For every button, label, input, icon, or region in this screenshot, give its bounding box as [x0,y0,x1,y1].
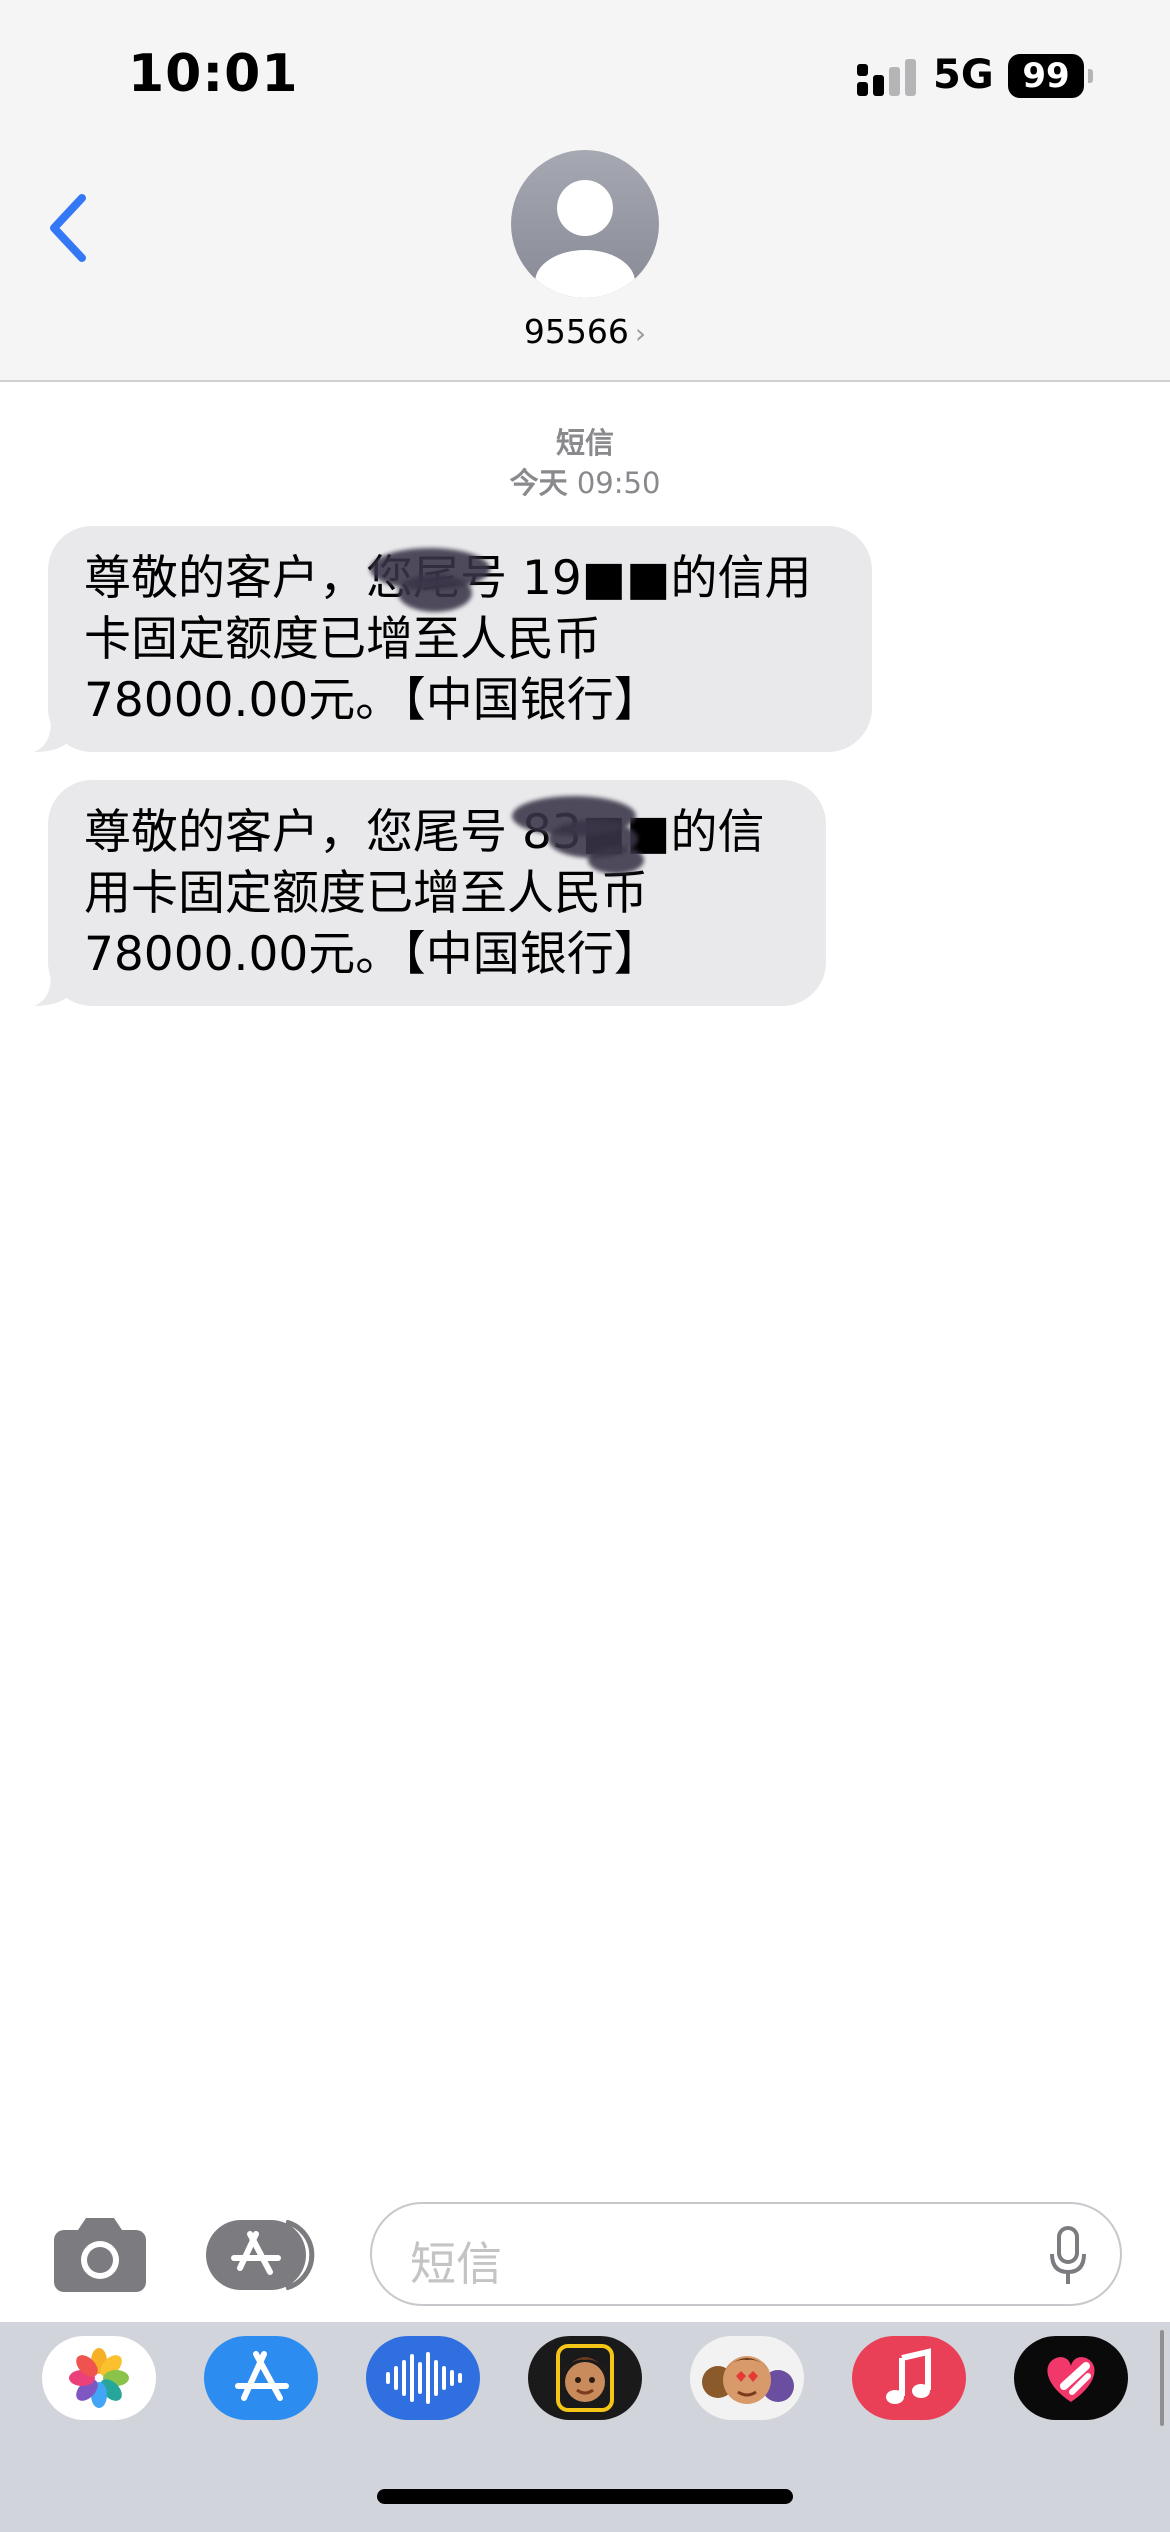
chevron-right-icon: › [634,317,647,350]
message-input-placeholder: 短信 [410,2237,502,2291]
app-store-drawer-button[interactable] [206,2220,318,2290]
memoji-stickers-button[interactable] [690,2336,804,2420]
photos-app-button[interactable] [42,2336,156,2420]
redaction-scribble [398,574,472,612]
status-time: 10:01 [128,44,299,104]
cellular-signal-icon [857,59,916,96]
network-type: 5G [933,52,994,98]
redaction-scribble [588,846,644,874]
memoji-button[interactable] [528,2336,642,2420]
contact-name[interactable]: 95566 › [0,312,1170,351]
app-store-icon [235,2351,289,2401]
message-line: 卡固定额度已增至人民币 [84,612,601,667]
message-timestamp: 今天 09:50 [0,460,1170,502]
music-app-button[interactable] [852,2336,966,2420]
message-line: 尊敬的客户，您尾号 83■■的信 [84,805,765,860]
service-label: 短信 [555,426,614,460]
microphone-icon[interactable] [1048,2226,1088,2286]
contact-number[interactable]: 95566 [524,312,629,351]
message-line: 78000.00元。【中国银行】 [84,673,661,728]
conversation-header: 10:01 5G 99 95566 › [0,0,1170,382]
contact-avatar[interactable] [511,150,659,298]
battery-tip [1088,69,1093,83]
audio-waveform-icon [386,2352,462,2404]
camera-button[interactable] [54,2218,146,2292]
message-input[interactable]: 短信 [370,2202,1122,2306]
drawer-scroll-edge [1160,2330,1164,2426]
message-line: 78000.00元。【中国银行】 [84,927,661,982]
bubble-tail [34,714,72,752]
bubble-tail [34,968,72,1006]
person-silhouette-icon [535,180,635,298]
app-store-button[interactable] [204,2336,318,2420]
heart-touch-icon [1047,2357,1095,2402]
photos-flower-icon [69,2348,129,2408]
message-line: 用卡固定额度已增至人民币 [84,866,648,921]
battery-indicator: 99 [1008,54,1084,98]
timestamp-day: 今天 [509,466,568,500]
memoji-stickers-icon [702,2356,794,2404]
timestamp-time: 09:50 [576,466,661,500]
message-bubble[interactable]: 尊敬的客户，您尾号 19■■的信用 卡固定额度已增至人民币 78000.00元。… [48,526,872,752]
home-indicator[interactable] [377,2489,793,2504]
memoji-face-icon [556,2344,614,2412]
message-bubble[interactable]: 尊敬的客户，您尾号 83■■的信 用卡固定额度已增至人民币 78000.00元。… [48,780,826,1006]
back-button[interactable] [44,188,96,268]
music-note-icon [886,2348,931,2404]
audio-message-button[interactable] [366,2336,480,2420]
digital-touch-button[interactable] [1014,2336,1128,2420]
